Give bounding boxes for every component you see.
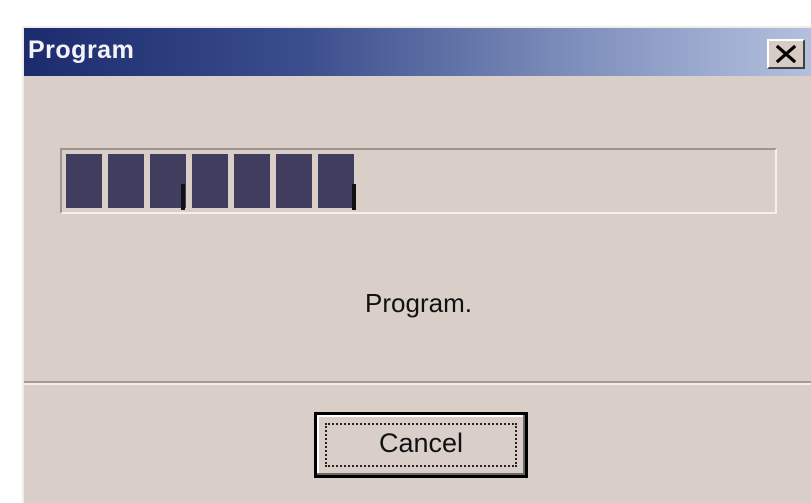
divider [24,381,811,385]
status-text: Program. [365,288,472,318]
progress-segment [276,154,312,208]
progress-cursor-mark [352,184,356,210]
close-icon [776,45,796,63]
progress-fill [66,154,354,208]
progress-dialog: Program Program. Cancel [22,26,811,503]
close-button[interactable] [767,39,805,69]
cancel-button-label: Cancel [378,428,464,458]
progress-segment [234,154,270,208]
progress-segment [318,154,354,208]
title-bar[interactable]: Program [24,28,811,76]
progress-segment [192,154,228,208]
screen: Program Program. Cancel [0,0,811,503]
progress-segment [66,154,102,208]
progress-cursor-mark [181,184,185,210]
progress-segment [108,154,144,208]
dialog-title: Program [28,36,135,64]
progress-bar [60,148,777,214]
cancel-button[interactable]: Cancel [314,412,528,478]
